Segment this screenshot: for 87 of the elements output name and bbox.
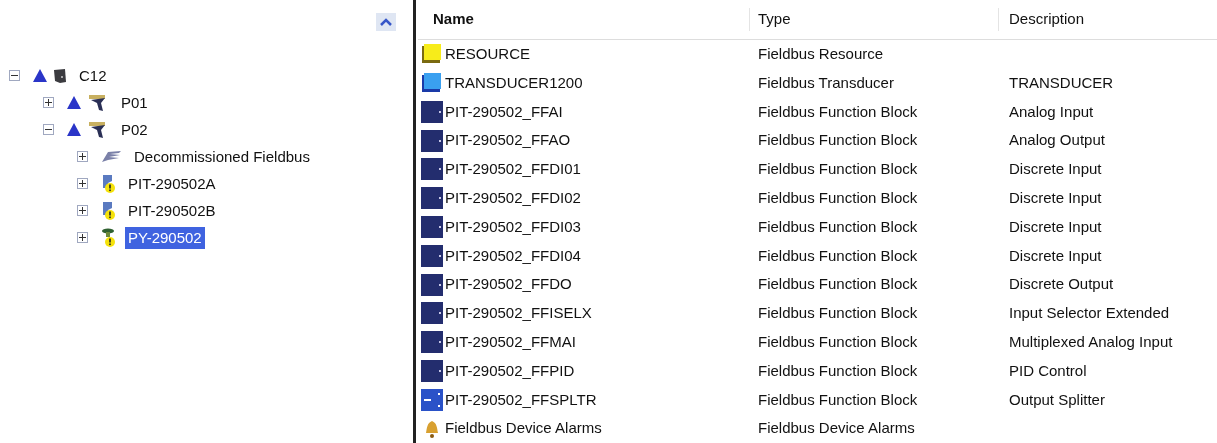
triangle-icon	[32, 68, 48, 83]
type-cell-text: Fieldbus Resource	[757, 44, 885, 64]
type-cell-text: Fieldbus Device Alarms	[757, 418, 916, 439]
fieldbus-icon	[100, 149, 122, 164]
name-cell[interactable]: TRANSDUCER1200	[445, 71, 583, 95]
description-cell-text: Discrete Input	[1008, 216, 1102, 237]
type-cell-text: Fieldbus Function Block	[757, 360, 919, 381]
block-icon	[421, 331, 443, 354]
plus-icon	[45, 99, 52, 106]
name-cell[interactable]: RESOURCE	[445, 43, 530, 66]
controller-icon	[53, 67, 67, 84]
description-cell-text: Output Splitter	[1008, 389, 1105, 410]
valve-warning-icon	[100, 227, 116, 248]
block-icon	[421, 187, 443, 210]
type-cell-text: Fieldbus Function Block	[757, 303, 919, 324]
tree-item[interactable]: C12	[76, 64, 110, 87]
transmitter-warning-icon	[100, 173, 116, 194]
description-cell-text: Discrete Input	[1008, 245, 1102, 266]
type-cell-text: Fieldbus Function Block	[757, 187, 919, 208]
block-icon	[421, 360, 443, 382]
type-cell-text: Fieldbus Function Block	[757, 101, 919, 122]
expand-toggle[interactable]	[77, 205, 88, 216]
name-cell[interactable]: PIT-290502_FFDI01	[445, 158, 581, 181]
name-cell[interactable]: PIT-290502_FFDI04	[445, 244, 581, 268]
name-cell[interactable]: PIT-290502_FFDO	[445, 273, 572, 296]
description-cell-text: PID Control	[1008, 360, 1087, 381]
block-icon	[421, 129, 443, 152]
name-cell[interactable]: PIT-290502_FFSPLTR	[445, 388, 597, 412]
tree-item[interactable]: P02	[118, 118, 151, 141]
type-cell-text: Fieldbus Function Block	[757, 274, 919, 295]
type-cell-text: Fieldbus Function Block	[757, 159, 919, 180]
tree-item[interactable]: Decommissioned Fieldbus	[131, 145, 313, 168]
tree-item[interactable]: PY-290502	[125, 226, 205, 249]
name-cell[interactable]: Fieldbus Device Alarms	[445, 417, 602, 440]
description-cell-text: Multiplexed Analog Input	[1008, 331, 1173, 352]
type-cell-text: Fieldbus Function Block	[757, 216, 919, 237]
triangle-icon	[66, 95, 82, 110]
description-cell-text: Discrete Output	[1008, 274, 1114, 295]
column-header[interactable]: Description	[998, 8, 1217, 31]
plus-icon	[79, 234, 86, 241]
transmitter-warning-icon	[100, 200, 116, 221]
expand-toggle[interactable]	[77, 151, 88, 162]
collapse-toggle[interactable]	[43, 124, 54, 135]
triangle-icon	[66, 122, 82, 137]
block-icon	[421, 273, 443, 296]
block-icon	[421, 302, 443, 325]
type-cell-text: Fieldbus Function Block	[757, 389, 919, 410]
description-cell-text: Analog Input	[1008, 101, 1094, 122]
expand-toggle[interactable]	[43, 97, 54, 108]
tree-item[interactable]: PIT-290502A	[125, 172, 219, 195]
name-cell[interactable]: PIT-290502_FFAI	[445, 100, 563, 124]
expand-toggle[interactable]	[77, 178, 88, 189]
chevron-up-icon	[380, 18, 392, 26]
block-icon	[421, 100, 443, 123]
type-cell-text: Fieldbus Transducer	[757, 72, 895, 93]
name-cell[interactable]: PIT-290502_FFPID	[445, 359, 575, 383]
description-cell-text: TRANSDUCER	[1008, 72, 1114, 93]
tree-item[interactable]: P01	[118, 91, 151, 114]
block-icon	[421, 158, 443, 181]
block-icon	[421, 244, 443, 267]
description-cell-text: Analog Output	[1008, 130, 1105, 151]
type-cell-text: Fieldbus Function Block	[757, 331, 919, 352]
name-cell[interactable]: PIT-290502_FFISELX	[445, 302, 592, 325]
transducer-icon	[421, 72, 443, 95]
type-cell-text: Fieldbus Function Block	[757, 130, 919, 151]
description-cell-text: Input Selector Extended	[1008, 303, 1170, 324]
tree-item[interactable]: PIT-290502B	[125, 199, 219, 222]
plus-icon	[79, 207, 86, 214]
name-cell[interactable]: PIT-290502_FFAO	[445, 129, 571, 152]
name-cell[interactable]: PIT-290502_FFMAI	[445, 330, 576, 354]
collapse-toggle[interactable]	[9, 70, 20, 81]
plus-icon	[79, 153, 86, 160]
name-cell[interactable]: PIT-290502_FFDI03	[445, 215, 581, 239]
column-header[interactable]: Name	[418, 8, 749, 31]
column-header[interactable]: Type	[749, 8, 998, 31]
splitter-icon	[421, 388, 443, 411]
plus-icon	[79, 180, 86, 187]
minus-icon	[45, 126, 52, 133]
expand-toggle[interactable]	[77, 232, 88, 243]
scroll-up-button[interactable]	[376, 13, 396, 31]
block-icon	[421, 216, 443, 238]
description-cell-text: Discrete Input	[1008, 159, 1102, 180]
type-cell-text: Fieldbus Function Block	[757, 245, 919, 266]
minus-icon	[11, 72, 18, 79]
name-cell[interactable]: PIT-290502_FFDI02	[445, 186, 581, 210]
description-cell-text: Discrete Input	[1008, 187, 1102, 208]
resource-icon	[421, 43, 443, 66]
